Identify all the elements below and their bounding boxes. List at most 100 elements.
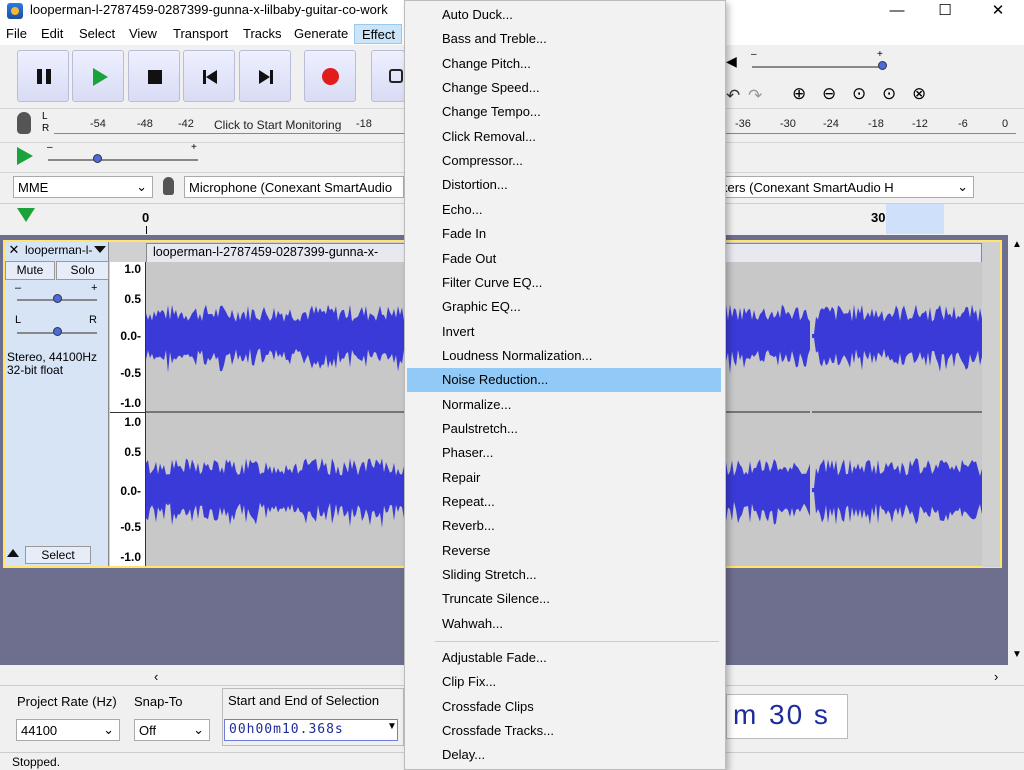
status-text: Stopped. — [12, 755, 61, 769]
effect-menu-item[interactable]: Reverb... — [407, 514, 721, 538]
track-right-margin — [982, 243, 1000, 567]
zoom-out-icon[interactable]: ⊖ — [822, 84, 836, 104]
effect-menu-item[interactable]: Crossfade Clips — [407, 695, 721, 719]
gain-min-label: – — [15, 282, 22, 294]
amp-tick: 0.0- — [120, 484, 141, 498]
timeline-options-icon[interactable] — [17, 208, 35, 222]
play-speed-knob[interactable] — [93, 154, 102, 163]
volume-max-label: + — [877, 49, 883, 60]
loop-button[interactable] — [371, 50, 405, 102]
audio-position-display[interactable]: m 30 s — [726, 694, 848, 739]
menu-transport[interactable]: Transport — [173, 26, 228, 41]
play-speed-slider[interactable] — [48, 159, 198, 161]
scroll-up-icon[interactable]: ▲ — [1012, 239, 1022, 250]
effect-menu-item[interactable]: Clip Fix... — [407, 670, 721, 694]
zoom-toggle-icon[interactable]: ⊗ — [912, 84, 926, 104]
snap-to-select[interactable]: Off ⌄ — [134, 719, 210, 741]
effect-menu-item[interactable]: Compressor... — [407, 149, 721, 173]
menu-edit[interactable]: Edit — [41, 26, 63, 41]
record-button[interactable] — [304, 50, 356, 102]
effect-menu-item[interactable]: Wahwah... — [407, 612, 721, 636]
effect-menu-item[interactable]: Delay... — [407, 743, 721, 767]
audio-host-select[interactable]: MME ⌄ — [13, 176, 153, 198]
scroll-left-icon[interactable]: ‹ — [154, 669, 158, 684]
fit-selection-icon[interactable]: ⊙ — [852, 84, 866, 104]
solo-button[interactable]: Solo — [56, 261, 109, 280]
effect-menu-item[interactable]: Fade Out — [407, 247, 721, 271]
effect-menu-item-label: Filter Curve EQ... — [442, 274, 543, 290]
close-track-icon[interactable]: ✕ — [5, 242, 23, 260]
effect-menu-item[interactable]: Distortion... — [407, 173, 721, 197]
effect-menu-item[interactable]: Invert — [407, 320, 721, 344]
effect-menu-item[interactable]: Fade In — [407, 222, 721, 246]
track-info-format: 32-bit float — [7, 363, 64, 377]
chevron-down-icon: ⌄ — [193, 722, 204, 737]
pan-knob[interactable] — [53, 327, 62, 336]
close-button[interactable]: ✕ — [975, 0, 1021, 23]
vertical-scrollbar[interactable]: ▲ ▼ — [1008, 235, 1024, 665]
menu-effect[interactable]: Effect — [354, 24, 402, 44]
effect-menu-item[interactable]: Echo... — [407, 198, 721, 222]
scroll-right-icon[interactable]: › — [994, 669, 998, 684]
recording-device-select[interactable]: Microphone (Conexant SmartAudio — [184, 176, 404, 198]
effect-menu-item[interactable]: Change Tempo... — [407, 100, 721, 124]
maximize-button[interactable]: ☐ — [922, 0, 968, 23]
scroll-down-icon[interactable]: ▼ — [1012, 649, 1022, 660]
track-name[interactable]: looperman-l- — [25, 243, 92, 257]
track-info-rate: Stereo, 44100Hz — [7, 350, 98, 364]
effect-menu-item[interactable]: Phaser... — [407, 441, 721, 465]
undo-icon[interactable]: ↶ — [726, 86, 740, 106]
effect-menu-item[interactable]: Truncate Silence... — [407, 587, 721, 611]
effect-menu-item[interactable]: Crossfade Tracks... — [407, 719, 721, 743]
start-monitoring-prompt[interactable]: Click to Start Monitoring — [214, 118, 341, 132]
menu-generate[interactable]: Generate — [294, 26, 348, 41]
collapse-track-icon[interactable] — [7, 549, 19, 557]
play-at-speed-icon[interactable] — [17, 147, 33, 165]
effect-menu-item[interactable]: Repair — [407, 466, 721, 490]
mute-button[interactable]: Mute — [5, 261, 55, 280]
redo-icon[interactable]: ↷ — [748, 86, 762, 106]
effect-menu-item[interactable]: Change Pitch... — [407, 52, 721, 76]
effect-menu-item[interactable]: Change Speed... — [407, 76, 721, 100]
effect-menu-item[interactable]: Paulstretch... — [407, 417, 721, 441]
pause-button[interactable] — [17, 50, 69, 102]
effect-menu-item[interactable]: Click Removal... — [407, 125, 721, 149]
effect-menu-item[interactable]: Filter Curve EQ... — [407, 271, 721, 295]
effect-menu-item[interactable]: Bass and Treble... — [407, 27, 721, 51]
effect-menu-item[interactable]: Loudness Normalization... — [407, 344, 721, 368]
playback-volume-slider[interactable] — [752, 66, 884, 68]
effect-menu-item[interactable]: Repeat... — [407, 490, 721, 514]
playback-device-select[interactable]: kers (Conexant SmartAudio H ⌄ — [716, 176, 974, 198]
effect-menu-item[interactable]: Auto Duck... — [407, 3, 721, 27]
skip-end-button[interactable] — [239, 50, 291, 102]
track-menu-icon[interactable] — [94, 246, 106, 253]
play-button[interactable] — [72, 50, 124, 102]
effect-menu-item[interactable]: Sliding Stretch... — [407, 563, 721, 587]
effect-menu-item[interactable]: Reverse — [407, 539, 721, 563]
effect-menu-item[interactable]: Normalize... — [407, 393, 721, 417]
effect-menu-item[interactable]: Graphic EQ... — [407, 295, 721, 319]
fit-project-icon[interactable]: ⊙ — [882, 84, 896, 104]
menu-select[interactable]: Select — [79, 26, 115, 41]
time-format-icon[interactable]: ▼ — [387, 721, 397, 732]
loop-icon — [389, 69, 403, 83]
select-track-button[interactable]: Select — [25, 546, 91, 564]
menu-separator — [435, 641, 719, 642]
zoom-in-icon[interactable]: ⊕ — [792, 84, 806, 104]
gain-max-label: + — [91, 282, 98, 294]
menu-file[interactable]: File — [6, 26, 27, 41]
menu-view[interactable]: View — [129, 26, 157, 41]
stop-button[interactable] — [128, 50, 180, 102]
playback-volume-knob[interactable] — [878, 61, 887, 70]
timeline-selection[interactable] — [886, 204, 944, 234]
effect-menu-item[interactable]: Noise Reduction... — [407, 368, 721, 393]
project-rate-select[interactable]: 44100 ⌄ — [16, 719, 120, 741]
menu-tracks[interactable]: Tracks — [243, 26, 282, 41]
gain-knob[interactable] — [53, 294, 62, 303]
effect-menu-item-label: Fade In — [442, 226, 487, 242]
effect-menu-item-label: Compressor... — [442, 153, 523, 169]
effect-menu-item[interactable]: Adjustable Fade... — [407, 646, 721, 670]
minimize-button[interactable]: — — [874, 0, 920, 23]
selection-start-time[interactable]: 00h00m10.368s ▼ — [224, 719, 398, 741]
skip-start-button[interactable] — [183, 50, 235, 102]
